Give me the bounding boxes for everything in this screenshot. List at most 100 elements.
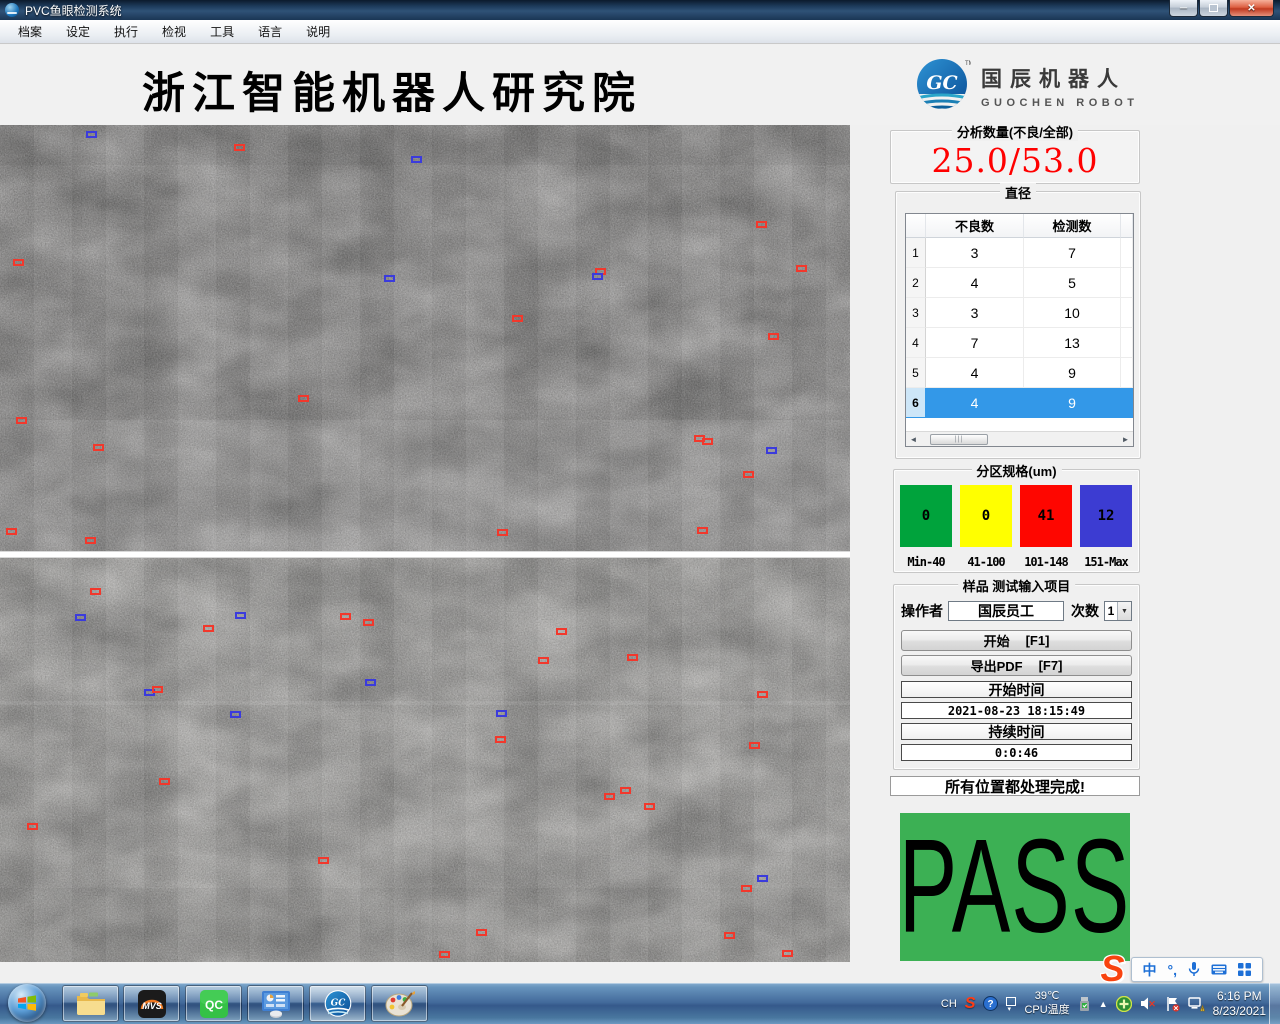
- close-button[interactable]: ✕: [1229, 0, 1274, 17]
- keyboard-icon[interactable]: [1211, 964, 1227, 975]
- zone-count: 12: [1080, 485, 1132, 547]
- menu-item-语言[interactable]: 语言: [246, 20, 294, 44]
- svg-text:TM: TM: [965, 61, 971, 67]
- count-combobox[interactable]: 1 ▼: [1104, 601, 1132, 621]
- detection-box: [363, 619, 374, 626]
- window-title: PVC鱼眼检测系统: [25, 2, 122, 19]
- detection-box: [159, 778, 170, 785]
- detection-box: [743, 471, 754, 478]
- image-texture: [0, 125, 850, 551]
- help-icon[interactable]: ?: [983, 996, 998, 1011]
- folder-icon: [75, 991, 107, 1017]
- detection-box: [741, 885, 752, 892]
- table-row-6[interactable]: 649: [906, 388, 1133, 418]
- clock[interactable]: 6:16 PM 8/23/2021: [1213, 989, 1266, 1019]
- detection-box: [627, 654, 638, 661]
- detection-box: [697, 527, 708, 534]
- zone-count: 0: [900, 485, 952, 547]
- action-center-flag-icon[interactable]: ✕: [1165, 996, 1180, 1012]
- logo-cn-name: 国辰机器人: [981, 63, 1139, 93]
- taskbar-guochen-app[interactable]: GC: [309, 985, 366, 1022]
- detection-box: [85, 537, 96, 544]
- paint-palette-icon: [385, 990, 415, 1018]
- scroll-right-icon[interactable]: ►: [1118, 432, 1133, 447]
- taskbar-paint[interactable]: [371, 985, 428, 1022]
- menu-item-设定[interactable]: 设定: [54, 20, 102, 44]
- detection-box: [768, 333, 779, 340]
- detection-box: [766, 447, 777, 454]
- windows-flag-icon: [17, 994, 37, 1012]
- zone-101-148: 41101-148: [1020, 485, 1072, 569]
- scroll-left-icon[interactable]: ◄: [906, 432, 921, 447]
- operator-input[interactable]: [948, 601, 1064, 621]
- horizontal-scrollbar[interactable]: ◄ ►: [906, 431, 1133, 446]
- table-row-5[interactable]: 549: [906, 358, 1133, 388]
- show-desktop-button[interactable]: [1269, 983, 1280, 1024]
- zone-41-100: 041-100: [960, 485, 1012, 569]
- mvs-icon: MVS: [137, 989, 167, 1019]
- restore-button[interactable]: [1199, 0, 1228, 17]
- ime-toolbar[interactable]: S 中 °,: [1131, 957, 1264, 982]
- start-button[interactable]: 开始[F1]: [901, 630, 1132, 651]
- taskbar-display-settings[interactable]: [247, 985, 304, 1022]
- usb-device-icon[interactable]: [1078, 996, 1091, 1012]
- table-filler: [906, 418, 1133, 431]
- svg-text:MVS: MVS: [142, 1001, 162, 1011]
- menu-item-说明[interactable]: 说明: [294, 20, 342, 44]
- svg-text:✕: ✕: [1148, 999, 1156, 1009]
- menu-item-检视[interactable]: 检视: [150, 20, 198, 44]
- chevron-down-icon[interactable]: ▼: [1117, 602, 1131, 620]
- export-pdf-button[interactable]: 导出PDF[F7]: [901, 655, 1132, 676]
- detection-box: [592, 273, 603, 280]
- menu-item-工具[interactable]: 工具: [198, 20, 246, 44]
- sogou-tray-icon[interactable]: S: [965, 995, 976, 1013]
- cpu-temperature[interactable]: 39℃ CPU温度: [1024, 990, 1069, 1018]
- detection-box: [702, 438, 713, 445]
- detection-box: [230, 711, 241, 718]
- detection-box: [152, 686, 163, 693]
- detection-box: [365, 679, 376, 686]
- minimize-button[interactable]: ─: [1169, 0, 1198, 17]
- table-row-2[interactable]: 245: [906, 268, 1133, 298]
- table-row-3[interactable]: 3310: [906, 298, 1133, 328]
- count-label: 次数: [1071, 601, 1099, 621]
- detection-box: [496, 710, 507, 717]
- restore-window-icon[interactable]: [1006, 997, 1016, 1010]
- diameter-table-body: 13724533104713549649: [906, 238, 1133, 418]
- menu-item-档案[interactable]: 档案: [6, 20, 54, 44]
- zone-count: 41: [1020, 485, 1072, 547]
- ime-mode-chinese[interactable]: 中: [1143, 960, 1157, 980]
- detection-box: [757, 691, 768, 698]
- diameter-table[interactable]: 不良数 检测数 13724533104713549649 ◄ ►: [905, 213, 1134, 447]
- status-message: 所有位置都处理完成!: [890, 776, 1140, 796]
- toolbox-grid-icon[interactable]: [1238, 963, 1251, 976]
- taskbar-explorer[interactable]: [62, 985, 119, 1022]
- scrollbar-thumb[interactable]: [930, 434, 988, 445]
- antivirus-icon[interactable]: [1116, 996, 1132, 1012]
- zones-group-label: 分区规格(um): [971, 461, 1061, 480]
- taskbar-qc-app[interactable]: QC: [185, 985, 242, 1022]
- show-hidden-icons[interactable]: ▲: [1099, 999, 1108, 1009]
- detection-box: [384, 275, 395, 282]
- language-indicator[interactable]: CH: [941, 998, 957, 1010]
- image-top[interactable]: [0, 125, 850, 551]
- detection-box: [604, 793, 615, 800]
- detection-box: [556, 628, 567, 635]
- volume-muted-icon[interactable]: ✕: [1140, 996, 1157, 1011]
- menu-item-执行[interactable]: 执行: [102, 20, 150, 44]
- table-row-1[interactable]: 137: [906, 238, 1133, 268]
- network-warning-icon[interactable]: !: [1188, 996, 1205, 1012]
- image-bottom[interactable]: [0, 558, 850, 962]
- sogou-logo-icon[interactable]: S: [1101, 951, 1125, 987]
- start-button-orb[interactable]: [8, 984, 46, 1022]
- detection-box: [90, 588, 101, 595]
- svg-text:✕: ✕: [1173, 1005, 1179, 1011]
- column-header-defects[interactable]: 不良数: [926, 214, 1024, 238]
- column-header-detected[interactable]: 检测数: [1024, 214, 1121, 238]
- table-header: 不良数 检测数: [906, 214, 1133, 238]
- taskbar-mvs-app[interactable]: MVS: [123, 985, 180, 1022]
- zone-range-label: Min-40: [900, 555, 952, 569]
- punctuation-icon[interactable]: °,: [1168, 962, 1178, 978]
- microphone-icon[interactable]: [1188, 962, 1200, 977]
- table-row-4[interactable]: 4713: [906, 328, 1133, 358]
